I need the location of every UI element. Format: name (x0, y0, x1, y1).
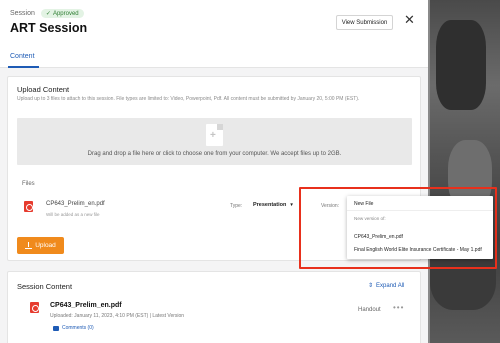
session-label: Session (10, 10, 35, 17)
pdf-icon (24, 201, 33, 212)
active-tab-indicator (8, 66, 39, 68)
menu-item-version-option[interactable]: CP643_Prelim_en.pdf (354, 234, 403, 240)
page-title: ART Session (10, 21, 88, 35)
more-options-icon[interactable]: ••• (393, 303, 404, 312)
comments-link[interactable]: Comments (0) (53, 325, 94, 331)
comment-icon (53, 325, 59, 331)
file-note: Will be added as a new file (46, 212, 100, 217)
session-content-card: Session Content ⇕ Expand All CP643_Preli… (7, 271, 421, 343)
drawer-header: Session ✓ Approved ART Session View Subm… (0, 0, 428, 46)
comments-label: Comments (0) (62, 325, 94, 331)
view-submission-button[interactable]: View Submission (336, 15, 393, 30)
files-label: Files (22, 181, 35, 187)
file-name: CP643_Prelim_en.pdf (46, 201, 105, 207)
menu-header-new-version: New version of: (354, 216, 386, 221)
status-badge-label: Approved (52, 10, 79, 17)
background-photo (430, 0, 500, 343)
menu-item-version-option[interactable]: Final English World Elite Insurance Cert… (354, 247, 482, 253)
menu-item-new-file[interactable]: New File (354, 201, 373, 207)
file-dropzone[interactable]: + Drag and drop a file here or click to … (17, 118, 412, 165)
version-dropdown-menu: New File New version of: CP643_Prelim_en… (347, 196, 493, 259)
tab-content[interactable]: Content (10, 53, 35, 60)
menu-divider (347, 210, 493, 211)
dropzone-text: Drag and drop a file here or click to ch… (87, 151, 342, 157)
header-overline: Session ✓ Approved (10, 9, 84, 18)
expand-all-label: Expand All (376, 282, 405, 289)
tab-bar: Content (0, 46, 428, 68)
upload-instructions: Upload up to 3 files to attach to this s… (17, 96, 360, 102)
close-icon[interactable]: ✕ (404, 13, 415, 26)
upload-icon (25, 242, 33, 249)
pdf-icon (30, 302, 39, 313)
file-add-icon: + (206, 124, 223, 146)
upload-button-label: Upload (35, 242, 56, 249)
check-icon: ✓ (45, 11, 51, 17)
session-content-title: Session Content (17, 282, 73, 291)
expand-all-button[interactable]: ⇕ Expand All (368, 282, 405, 290)
status-badge: ✓ Approved (40, 9, 84, 18)
session-file-meta: Uploaded: January 11, 2023, 4:10 PM (EST… (50, 313, 185, 319)
session-drawer: Session ✓ Approved ART Session View Subm… (0, 0, 428, 343)
type-label: Type: (230, 203, 243, 209)
session-file-name[interactable]: CP643_Prelim_en.pdf (50, 302, 122, 309)
type-select-value: Presentation (253, 202, 287, 208)
expand-icon: ⇕ (368, 283, 374, 289)
upload-button[interactable]: Upload (17, 237, 64, 254)
upload-title: Upload Content (17, 85, 70, 94)
caret-down-icon: ▼ (289, 202, 294, 207)
type-select[interactable]: Presentation ▼ (253, 202, 294, 208)
file-tag: Handout (358, 307, 381, 313)
